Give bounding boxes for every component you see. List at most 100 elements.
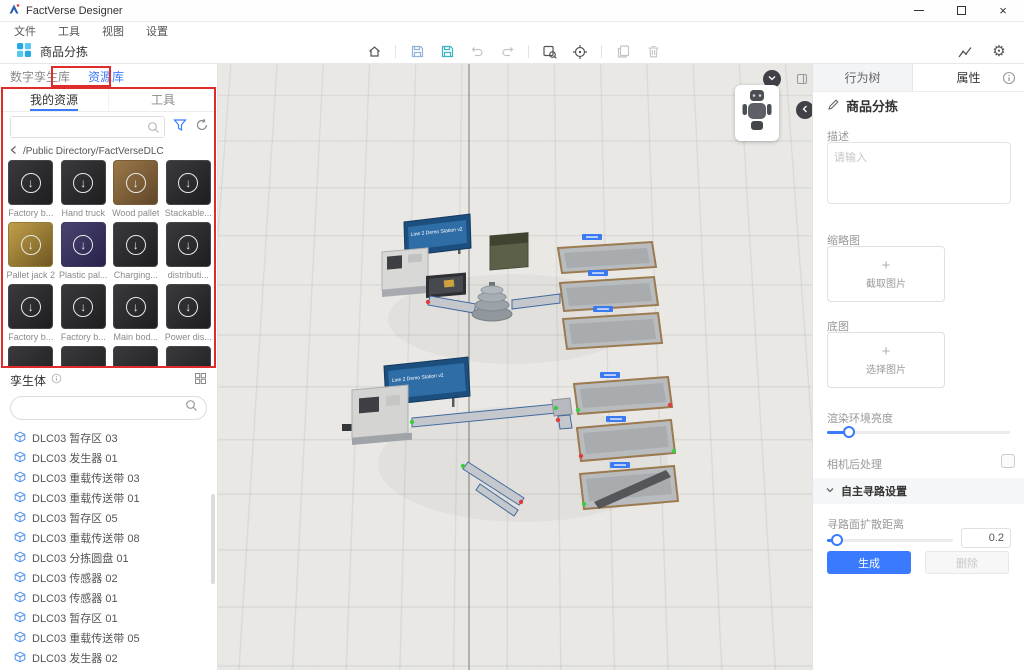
description-textarea[interactable] (827, 142, 1011, 204)
asset-item-partial[interactable] (111, 346, 161, 366)
diffusion-distance-slider[interactable] (827, 534, 953, 546)
scene-conveyor-segment[interactable] (558, 415, 572, 429)
robot-avatar[interactable] (735, 85, 779, 141)
scene-tray-top-2[interactable] (560, 277, 658, 311)
edit-pencil-icon[interactable] (827, 98, 840, 114)
twin-list-item[interactable]: DLC03 重载传送带 01 (0, 488, 217, 508)
save-icon[interactable] (408, 43, 426, 61)
asset-item[interactable]: ↓Charging... (111, 222, 161, 280)
asset-thumbnail: ↓ (8, 284, 53, 329)
asset-item[interactable]: ↓distributi... (164, 222, 214, 280)
generate-button[interactable]: 生成 (827, 551, 911, 574)
twin-list-scrollbar[interactable] (211, 494, 215, 584)
scene-tray-bottom-2[interactable] (577, 420, 675, 461)
close-button[interactable]: × (982, 0, 1024, 21)
twin-item-label: DLC03 分拣圆盘 01 (32, 550, 129, 566)
chart-icon[interactable] (956, 43, 974, 61)
diffusion-distance-input[interactable] (961, 528, 1011, 548)
menu-view[interactable]: 视图 (102, 23, 124, 39)
find-model-icon[interactable] (541, 43, 559, 61)
home-icon[interactable] (365, 43, 383, 61)
right-panel: 行为树 属性 商品分拣 描述 缩略图 + 截取图片 底图 + 选择图片 渲染环境… (812, 64, 1024, 670)
twin-list-item[interactable]: DLC03 发生器 02 (0, 648, 217, 668)
save-as-icon[interactable] (438, 43, 456, 61)
search-icon (147, 121, 160, 139)
twin-list-item[interactable]: DLC03 重载传送带 05 (0, 628, 217, 648)
focus-icon[interactable] (571, 43, 589, 61)
asset-item-partial[interactable] (59, 346, 109, 366)
asset-item[interactable]: ↓Factory b... (6, 160, 56, 218)
settings-gear-icon[interactable]: ⚙ (990, 43, 1008, 61)
post-processing-checkbox[interactable] (1001, 454, 1015, 468)
asset-item-partial[interactable] (6, 346, 56, 366)
minimize-button[interactable] (898, 0, 940, 21)
asset-item[interactable]: ↓Stackable... (164, 160, 214, 218)
download-icon: ↓ (21, 297, 41, 317)
toolbar-separator (395, 45, 396, 58)
menu-settings[interactable]: 设置 (146, 23, 168, 39)
avatar-prev-button[interactable] (796, 101, 812, 119)
menu-tools[interactable]: 工具 (58, 23, 80, 39)
copy-icon[interactable] (614, 43, 632, 61)
twin-list-item[interactable]: DLC03 暂存区 03 (0, 428, 217, 448)
breadcrumb-path: /Public Directory/FactVerseDLC (23, 146, 164, 157)
tab-behavior-tree[interactable]: 行为树 (813, 64, 913, 91)
scene-machine-bottom[interactable] (342, 385, 412, 445)
viewport[interactable]: Line 2 Demo Station v2 (218, 64, 812, 670)
slider-thumb[interactable] (831, 534, 843, 546)
tab-digital-twin-library[interactable]: 数字孪生库 (10, 68, 70, 85)
refresh-icon[interactable] (195, 118, 209, 137)
slider-thumb[interactable] (843, 426, 855, 438)
menubar: 文件 工具 视图 设置 (0, 22, 1024, 40)
tab-tools[interactable]: 工具 (108, 88, 217, 111)
redo-icon[interactable] (498, 43, 516, 61)
asset-thumbnail: ↓ (166, 160, 211, 205)
scene-container-box[interactable] (490, 233, 528, 270)
scene-canvas[interactable]: Line 2 Demo Station v2 (218, 64, 812, 670)
delete-icon[interactable] (644, 43, 662, 61)
select-image-button[interactable]: + 选择图片 (827, 332, 945, 388)
pathfinding-section-header[interactable]: 自主寻路设置 (813, 478, 1024, 504)
back-icon[interactable] (8, 144, 20, 159)
scene-tray-top-1[interactable] (558, 242, 656, 273)
delete-button[interactable]: 删除 (925, 551, 1009, 574)
twin-list-item[interactable]: DLC03 发生器 01 (0, 448, 217, 468)
scene-machine-top[interactable] (382, 248, 432, 297)
asset-item[interactable]: ↓Main bod... (111, 284, 161, 342)
maximize-button[interactable] (940, 0, 982, 21)
scene-tray-bottom-1[interactable] (574, 377, 672, 414)
resource-search-input[interactable] (11, 117, 164, 137)
scene-pallet-jack[interactable] (444, 279, 455, 287)
slider-track[interactable] (827, 539, 953, 542)
twin-layout-icon[interactable] (194, 372, 207, 388)
asset-item[interactable]: ↓Factory b... (59, 284, 109, 342)
menu-file[interactable]: 文件 (14, 23, 36, 39)
asset-item[interactable]: ↓Power dis... (164, 284, 214, 342)
asset-item[interactable]: ↓Wood pallet (111, 160, 161, 218)
brightness-slider[interactable] (827, 426, 1010, 438)
scene-tray-bottom-3[interactable] (580, 466, 678, 509)
twin-list-item[interactable]: DLC03 暂存区 05 (0, 508, 217, 528)
twin-list-item[interactable]: DLC03 分拣圆盘 01 (0, 548, 217, 568)
twin-list-item[interactable]: DLC03 传感器 01 (0, 588, 217, 608)
dock-panel-icon[interactable] (796, 72, 808, 90)
twin-list-item[interactable]: DLC03 传感器 02 (0, 568, 217, 588)
scene-tray-top-3[interactable] (563, 313, 662, 349)
undo-icon[interactable] (468, 43, 486, 61)
twin-info-icon (51, 373, 62, 387)
asset-item[interactable]: ↓Plastic pal... (59, 222, 109, 280)
twin-search-input[interactable] (11, 397, 185, 419)
tab-resource-library[interactable]: 资源库 (88, 68, 124, 85)
twin-list-item[interactable]: DLC03 暂存区 01 (0, 608, 217, 628)
info-icon[interactable] (1002, 71, 1016, 90)
twin-list-item[interactable]: DLC03 重载传送带 08 (0, 528, 217, 548)
asset-item[interactable]: ↓Pallet jack 2 (6, 222, 56, 280)
app-window: FactVerse Designer × 文件 工具 视图 设置 商品分拣 (0, 0, 1024, 670)
asset-item[interactable]: ↓Hand truck (59, 160, 109, 218)
tab-my-resources[interactable]: 我的资源 (0, 88, 108, 111)
capture-image-button[interactable]: + 截取图片 (827, 246, 945, 302)
asset-item[interactable]: ↓Factory b... (6, 284, 56, 342)
asset-item-partial[interactable] (164, 346, 214, 366)
filter-icon[interactable] (173, 118, 187, 137)
twin-list-item[interactable]: DLC03 重载传送带 03 (0, 468, 217, 488)
